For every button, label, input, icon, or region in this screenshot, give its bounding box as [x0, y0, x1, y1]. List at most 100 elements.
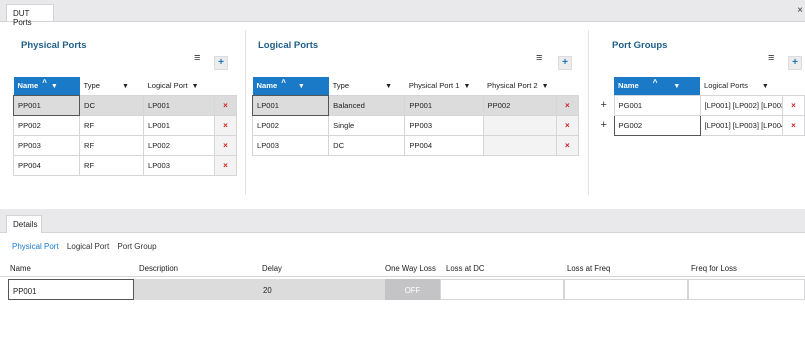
cell-physical-2[interactable]: [482, 134, 557, 156]
cell-physical-2[interactable]: [482, 114, 557, 136]
delete-button[interactable]: ×: [214, 114, 237, 136]
col-type[interactable]: Type ▼: [80, 77, 144, 95]
cell-name[interactable]: PP001: [13, 94, 80, 116]
filter-icon[interactable]: ▼: [673, 83, 680, 90]
cell-name[interactable]: PP002: [13, 114, 80, 136]
cell-type[interactable]: DC: [79, 94, 144, 116]
detail-loss-dc-cell[interactable]: [440, 279, 564, 300]
filter-icon[interactable]: ▼: [298, 83, 305, 90]
col-physical-port-2[interactable]: Physical Port 2 ▼: [483, 77, 579, 95]
cell-logical[interactable]: LP001: [143, 94, 215, 116]
filter-icon[interactable]: ▼: [51, 83, 58, 90]
expand-icon[interactable]: +: [594, 115, 614, 135]
filter-icon[interactable]: ▼: [192, 83, 199, 90]
delete-button[interactable]: ×: [782, 94, 805, 116]
groups-add-button[interactable]: +: [788, 56, 802, 70]
cell-name[interactable]: PG002: [613, 114, 701, 136]
filter-icon[interactable]: ▼: [385, 83, 392, 90]
filter-icon[interactable]: ▼: [762, 83, 769, 90]
detail-freq-loss-cell[interactable]: [688, 279, 805, 300]
filter-icon[interactable]: ▼: [542, 83, 549, 90]
cell-name[interactable]: PP003: [13, 134, 80, 156]
table-row[interactable]: LP002 Single PP003 ×: [251, 114, 580, 136]
filter-icon[interactable]: ▼: [122, 83, 129, 90]
cell-logical[interactable]: LP003: [143, 154, 215, 176]
cell-name[interactable]: LP001: [251, 94, 330, 116]
logical-ports-title: Logical Ports: [258, 40, 319, 51]
close-icon[interactable]: ×: [797, 5, 803, 16]
col-name[interactable]: Name ^ ▼: [252, 77, 329, 95]
detail-delay-cell[interactable]: 20: [259, 279, 385, 300]
col-logical-ports[interactable]: Logical Ports ▼: [700, 77, 805, 95]
cell-type[interactable]: Single: [328, 114, 406, 136]
cell-physical-1[interactable]: PP004: [404, 134, 484, 156]
delete-button[interactable]: ×: [555, 134, 580, 156]
col-type[interactable]: Type ▼: [329, 77, 405, 95]
cell-logical-ports[interactable]: [LP001] [LP003] [LP004: [699, 114, 783, 136]
logical-menu-icon[interactable]: ≡: [536, 52, 542, 64]
delete-button[interactable]: ×: [214, 134, 237, 156]
detail-name-cell[interactable]: PP001: [8, 279, 134, 300]
cell-name[interactable]: LP003: [251, 134, 330, 156]
delete-button[interactable]: ×: [555, 114, 580, 136]
col-loss-dc[interactable]: Loss at DC: [446, 264, 485, 273]
delete-button[interactable]: ×: [214, 94, 237, 116]
cell-type[interactable]: DC: [328, 134, 406, 156]
col-name[interactable]: Name ^ ▼: [13, 77, 80, 95]
physical-add-button[interactable]: +: [214, 56, 228, 70]
subtab-physical-port[interactable]: Physical Port: [12, 242, 59, 251]
expand-icon[interactable]: +: [594, 95, 614, 115]
logical-add-button[interactable]: +: [558, 56, 572, 70]
col-description[interactable]: Description: [139, 264, 178, 273]
one-way-loss-toggle[interactable]: OFF: [385, 279, 440, 300]
cell-type[interactable]: Balanced: [328, 94, 406, 116]
col-physical-port-1[interactable]: Physical Port 1 ▼: [405, 77, 483, 95]
table-row[interactable]: PP004 RF LP003 ×: [13, 154, 237, 176]
physical-menu-icon[interactable]: ≡: [194, 52, 200, 64]
delete-button[interactable]: ×: [214, 154, 237, 176]
subtab-port-group[interactable]: Port Group: [117, 242, 156, 251]
table-row[interactable]: + PG001 [LP001] [LP002] [LP003 ×: [594, 94, 805, 116]
table-row[interactable]: PP002 RF LP001 ×: [13, 114, 237, 136]
cell-type[interactable]: RF: [79, 154, 144, 176]
col-name[interactable]: Name ^ ▼: [614, 77, 700, 95]
table-row[interactable]: PP003 RF LP002 ×: [13, 134, 237, 156]
details-row[interactable]: PP001 20 OFF: [0, 279, 805, 300]
cell-name[interactable]: LP002: [251, 114, 330, 136]
sort-asc-icon: ^: [652, 78, 658, 88]
table-row[interactable]: + PG002 [LP001] [LP003] [LP004 ×: [594, 114, 805, 136]
cell-logical-ports[interactable]: [LP001] [LP002] [LP003: [699, 94, 783, 116]
groups-menu-icon[interactable]: ≡: [768, 52, 774, 64]
cell-name[interactable]: PP004: [13, 154, 80, 176]
col-freq-loss[interactable]: Freq for Loss: [691, 264, 737, 273]
tab-dut-ports-label: DUT Ports: [13, 9, 32, 27]
delete-icon: ×: [223, 100, 228, 110]
cell-logical[interactable]: LP002: [143, 134, 215, 156]
tab-dut-ports[interactable]: DUT Ports: [6, 4, 54, 27]
details-subtabs: Physical Port Logical Port Port Group: [12, 242, 163, 251]
detail-description-cell[interactable]: [134, 279, 259, 300]
detail-loss-freq-cell[interactable]: [564, 279, 688, 300]
cell-physical-1[interactable]: PP003: [404, 114, 484, 136]
cell-type[interactable]: RF: [79, 134, 144, 156]
divider: [245, 30, 246, 195]
cell-logical[interactable]: LP001: [143, 114, 215, 136]
table-row[interactable]: LP003 DC PP004 ×: [251, 134, 580, 156]
filter-icon[interactable]: ▼: [463, 83, 470, 90]
table-row[interactable]: LP001 Balanced PP001 PP002 ×: [251, 94, 580, 116]
cell-physical-1[interactable]: PP001: [404, 94, 484, 116]
sort-asc-icon: ^: [42, 78, 47, 88]
col-logical-port[interactable]: Logical Port ▼: [144, 77, 237, 95]
subtab-logical-port[interactable]: Logical Port: [67, 242, 109, 251]
col-name[interactable]: Name: [10, 264, 31, 273]
cell-type[interactable]: RF: [79, 114, 144, 136]
col-delay[interactable]: Delay: [262, 264, 282, 273]
cell-name[interactable]: PG001: [613, 94, 701, 116]
delete-button[interactable]: ×: [782, 114, 805, 136]
cell-physical-2[interactable]: PP002: [482, 94, 557, 116]
tab-details[interactable]: Details: [6, 215, 42, 233]
col-one-way-loss[interactable]: One Way Loss: [385, 264, 436, 273]
delete-button[interactable]: ×: [555, 94, 580, 116]
table-row[interactable]: PP001 DC LP001 ×: [13, 94, 237, 116]
col-loss-freq[interactable]: Loss at Freq: [567, 264, 610, 273]
